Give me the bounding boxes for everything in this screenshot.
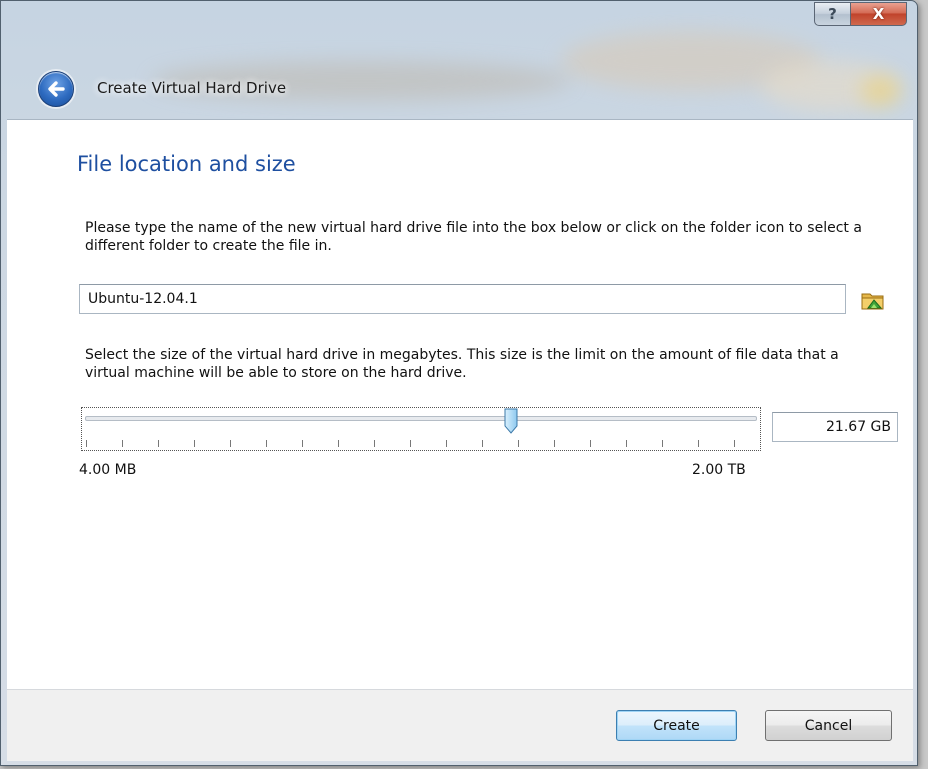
choose-folder-button[interactable] (860, 288, 886, 312)
close-button[interactable]: X (851, 2, 907, 26)
slider-ticks (86, 440, 756, 447)
slider-thumb[interactable] (504, 408, 518, 434)
button-bar: Create Cancel (7, 689, 913, 761)
size-max-label: 2.00 TB (692, 462, 746, 478)
create-button[interactable]: Create (616, 710, 737, 741)
size-description: Select the size of the virtual hard driv… (85, 347, 839, 381)
help-button[interactable]: ? (814, 2, 851, 26)
folder-icon (861, 293, 884, 310)
page-title: File location and size (77, 152, 296, 176)
back-button[interactable] (38, 71, 74, 107)
title-glass (1, 1, 917, 119)
dialog-window: ? X Create Virtual Hard Drive File locat… (0, 0, 918, 766)
wizard-page: File location and size Please type the n… (7, 119, 913, 689)
file-location-input[interactable] (79, 284, 846, 314)
location-description: Please type the name of the new virtual … (85, 220, 862, 254)
size-slider[interactable] (81, 407, 761, 451)
title-buttons: ? X (814, 2, 907, 26)
back-arrow-icon (48, 81, 65, 97)
close-icon: X (872, 5, 885, 23)
slider-track (85, 416, 757, 421)
cancel-button[interactable]: Cancel (765, 710, 892, 741)
size-value-input[interactable] (772, 412, 898, 442)
help-icon: ? (828, 5, 837, 23)
wizard-title: Create Virtual Hard Drive (97, 79, 287, 97)
size-min-label: 4.00 MB (79, 462, 137, 478)
